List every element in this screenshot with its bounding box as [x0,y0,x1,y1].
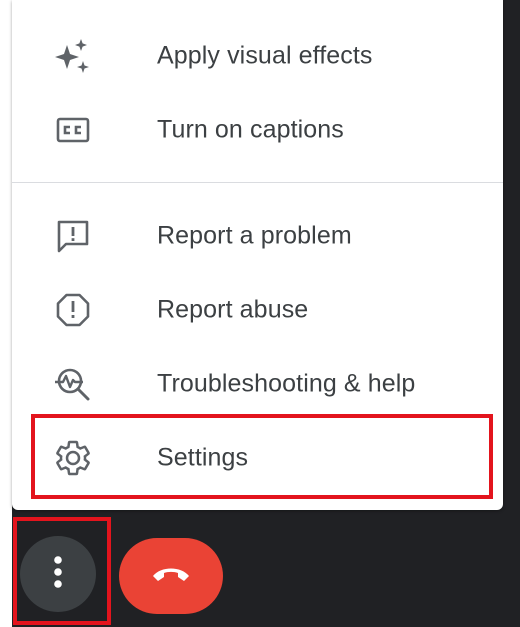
call-end-icon [151,564,191,589]
menu-item-label: Apply visual effects [157,41,373,70]
menu-item-turn-on-captions[interactable]: Turn on captions [12,100,503,160]
report-icon [53,290,93,330]
troubleshoot-icon [53,364,93,404]
menu-item-label: Report abuse [157,295,309,324]
menu-item-label: Troubleshooting & help [157,369,416,398]
gear-icon [53,438,93,478]
end-call-button[interactable] [119,538,223,614]
menu-item-report-problem[interactable]: Report a problem [12,206,503,266]
menu-divider [12,182,503,183]
menu-item-settings[interactable]: Settings [12,428,503,488]
menu-item-label: Report a problem [157,221,352,250]
feedback-icon [53,216,93,256]
more-vert-icon [52,555,64,594]
more-options-menu: Apply visual effects Turn on captions Re… [12,0,503,510]
menu-item-report-abuse[interactable]: Report abuse [12,280,503,340]
sparkle-icon [53,36,93,76]
more-options-button[interactable] [20,536,96,612]
menu-item-apply-visual-effects[interactable]: Apply visual effects [12,26,503,86]
menu-item-troubleshooting-help[interactable]: Troubleshooting & help [12,354,503,414]
menu-item-label: Turn on captions [157,115,344,144]
menu-item-label: Settings [157,443,249,472]
closed-captions-icon [53,110,93,150]
